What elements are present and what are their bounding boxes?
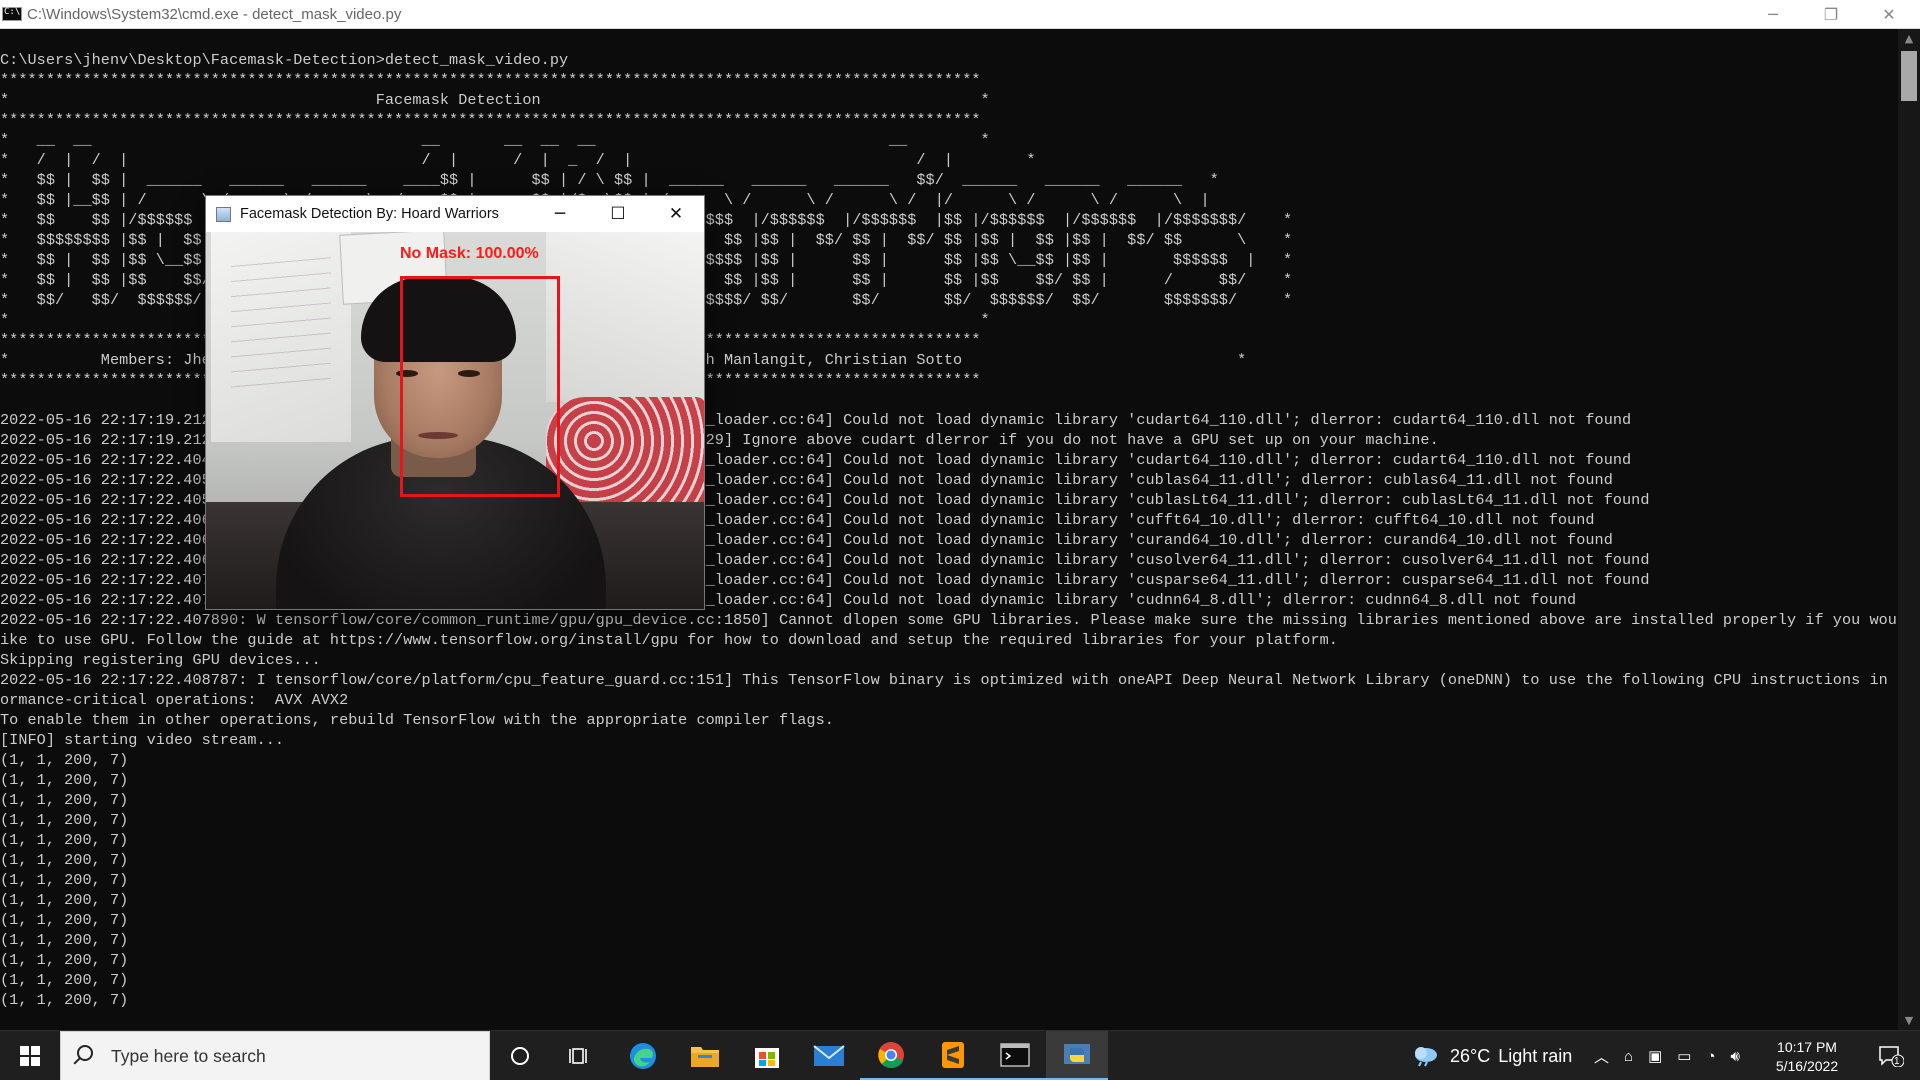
video-maximize-button[interactable]: ☐ bbox=[589, 196, 647, 232]
window-app-icon bbox=[216, 207, 231, 222]
video-minimize-button[interactable]: ─ bbox=[531, 196, 589, 232]
video-window-title: Facemask Detection By: Hoard Warriors bbox=[240, 206, 499, 222]
microsoft-store-icon[interactable] bbox=[736, 1031, 798, 1080]
console-line: ike to use GPU. Follow the guide at http… bbox=[0, 631, 1338, 649]
video-close-button[interactable]: ✕ bbox=[647, 196, 705, 232]
console-line: (1, 1, 200, 7) bbox=[0, 951, 129, 969]
file-explorer-icon[interactable] bbox=[674, 1031, 736, 1080]
notification-count: 1 bbox=[1894, 1056, 1900, 1067]
console-line: (1, 1, 200, 7) bbox=[0, 911, 129, 929]
console-line: (1, 1, 200, 7) bbox=[0, 871, 129, 889]
video-window-title-bar[interactable]: Facemask Detection By: Hoard Warriors ─ … bbox=[206, 196, 704, 232]
taskbar: Type here to search 26°C Light rain ︿ ⌂ … bbox=[0, 1030, 1920, 1080]
task-view-icon[interactable] bbox=[550, 1031, 610, 1080]
console-line: 2022-05-16 22:17:22.408787: I tensorflow… bbox=[0, 671, 1898, 689]
cmd-app-icon bbox=[2, 7, 22, 21]
console-line: * __ __ __ __ __ __ __ * bbox=[0, 131, 990, 149]
edge-icon[interactable] bbox=[612, 1031, 674, 1080]
cmd-icon[interactable] bbox=[984, 1031, 1046, 1080]
weather-description: Light rain bbox=[1498, 1045, 1573, 1066]
whiteboard bbox=[211, 232, 351, 442]
vertical-scrollbar[interactable]: ▲ ▼ bbox=[1898, 29, 1920, 1031]
chrome-icon[interactable] bbox=[860, 1031, 922, 1080]
cortana-icon[interactable] bbox=[490, 1031, 550, 1080]
windows-start-icon[interactable] bbox=[0, 1031, 60, 1080]
clock-date: 5/16/2022 bbox=[1775, 1058, 1839, 1074]
console-line: ****************************************… bbox=[0, 111, 981, 129]
console-line: (1, 1, 200, 7) bbox=[0, 751, 129, 769]
chevron-up-icon[interactable]: ︿ bbox=[1594, 1046, 1609, 1067]
taskbar-search-box[interactable]: Type here to search bbox=[60, 1031, 490, 1080]
console-line: * / | / | / | / | _ / | / | * bbox=[0, 151, 1036, 169]
console-line: (1, 1, 200, 7) bbox=[0, 791, 129, 809]
restore-button[interactable]: ❐ bbox=[1802, 0, 1860, 29]
right-whiteboard bbox=[546, 232, 704, 402]
clock-time: 10:17 PM bbox=[1777, 1039, 1837, 1055]
weather-temperature: 26°C bbox=[1450, 1045, 1491, 1066]
system-tray: ︿ ⌂ ▣ ▭ ◔ 🔊︎ bbox=[1594, 1031, 1740, 1080]
cloud-rain-icon bbox=[1415, 1047, 1437, 1067]
console-line: (1, 1, 200, 7) bbox=[0, 991, 129, 1009]
battery-icon[interactable]: ▭ bbox=[1677, 1047, 1691, 1065]
python-icon[interactable] bbox=[1046, 1031, 1108, 1080]
system-clock[interactable]: 10:17 PM 5/16/2022 bbox=[1762, 1038, 1852, 1076]
console-line: (1, 1, 200, 7) bbox=[0, 851, 129, 869]
console-line: ****************************************… bbox=[0, 71, 981, 89]
console-line: 2022-05-16 22:17:22.407890: W tensorflow… bbox=[0, 611, 1898, 629]
console-line: Skipping registering GPU devices... bbox=[0, 651, 321, 669]
monitor-icon[interactable]: ▣ bbox=[1648, 1047, 1662, 1065]
console-line: * Facemask Detection * bbox=[0, 91, 990, 109]
search-placeholder: Type here to search bbox=[111, 1046, 266, 1066]
webcam-frame: No Mask: 100.00% bbox=[206, 232, 704, 609]
console-line: ormance-critical operations: AVX AVX2 bbox=[0, 691, 349, 709]
face-bounding-box bbox=[400, 276, 560, 497]
whiteboard-writing bbox=[231, 252, 331, 392]
console-line: [INFO] starting video stream... bbox=[0, 731, 285, 749]
search-icon bbox=[77, 1045, 93, 1061]
console-line: (1, 1, 200, 7) bbox=[0, 811, 129, 829]
notification-center-icon[interactable]: 1 bbox=[1866, 1031, 1916, 1080]
close-button[interactable]: ✕ bbox=[1860, 0, 1918, 29]
console-line: To enable them in other operations, rebu… bbox=[0, 711, 834, 729]
scroll-up-arrow-icon[interactable]: ▲ bbox=[1898, 29, 1920, 49]
window-title: C:\Windows\System32\cmd.exe - detect_mas… bbox=[27, 6, 402, 23]
console-title-bar[interactable]: C:\Windows\System32\cmd.exe - detect_mas… bbox=[0, 0, 1920, 29]
console-line: (1, 1, 200, 7) bbox=[0, 891, 129, 909]
detection-label: No Mask: 100.00% bbox=[400, 245, 539, 262]
volume-icon[interactable]: 🔊︎ bbox=[1731, 1048, 1740, 1065]
minimize-button[interactable]: ─ bbox=[1744, 0, 1802, 29]
console-line: C:\Users\jhenv\Desktop\Facemask-Detectio… bbox=[0, 51, 569, 69]
mail-icon[interactable] bbox=[798, 1031, 860, 1080]
console-line: (1, 1, 200, 7) bbox=[0, 931, 129, 949]
sublime-text-icon[interactable] bbox=[922, 1031, 984, 1080]
scroll-down-arrow-icon[interactable]: ▼ bbox=[1898, 1011, 1920, 1031]
weather-widget[interactable]: 26°C Light rain bbox=[1412, 1031, 1572, 1080]
console-line: (1, 1, 200, 7) bbox=[0, 831, 129, 849]
wifi-icon[interactable]: ◔ bbox=[1706, 1048, 1715, 1065]
console-line: (1, 1, 200, 7) bbox=[0, 971, 129, 989]
scrollbar-thumb[interactable] bbox=[1901, 51, 1917, 101]
console-line: (1, 1, 200, 7) bbox=[0, 771, 129, 789]
meet-now-icon[interactable]: ⌂ bbox=[1624, 1048, 1633, 1065]
video-window[interactable]: Facemask Detection By: Hoard Warriors ─ … bbox=[205, 195, 705, 610]
console-line: * $$ | $$ | ______ ______ ______ ____$$ … bbox=[0, 171, 1219, 189]
